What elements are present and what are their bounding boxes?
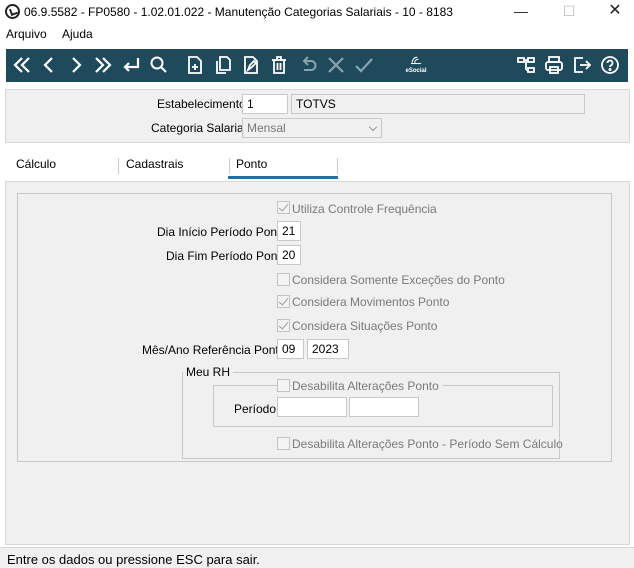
considera-situacoes-checkbox[interactable] <box>277 319 290 332</box>
tab-cadastrais[interactable]: Cadastrais <box>126 157 183 171</box>
meu-rh-legend: Meu RH <box>183 365 234 379</box>
previous-record-icon[interactable] <box>37 53 61 77</box>
cancel-icon[interactable] <box>324 53 348 77</box>
mes-field[interactable]: 09 <box>277 339 304 359</box>
categoria-salarial-value: Mensal <box>247 121 286 135</box>
periodo-label: Período: <box>234 402 280 416</box>
considera-movimentos-checkbox[interactable] <box>277 295 290 308</box>
considera-situacoes-label: Considera Situações Ponto <box>292 319 438 333</box>
menu-ajuda[interactable]: Ajuda <box>62 27 93 41</box>
title-bar: 06.9.5582 - FP0580 - 1.02.01.022 - Manut… <box>0 0 634 24</box>
ponto-settings-box: Utiliza Controle Frequência Dia Início P… <box>17 193 612 462</box>
chevron-down-icon <box>368 122 378 132</box>
undo-icon[interactable] <box>296 53 320 77</box>
help-icon[interactable] <box>598 53 622 77</box>
confirm-icon[interactable] <box>352 53 376 77</box>
status-text: Entre os dados ou pressione ESC para sai… <box>7 552 260 567</box>
search-icon[interactable] <box>147 53 171 77</box>
exit-icon[interactable] <box>570 53 594 77</box>
tab-calculo[interactable]: Cálculo <box>16 157 56 171</box>
delete-icon[interactable] <box>267 53 291 77</box>
minimize-button[interactable]: — <box>498 0 544 24</box>
categoria-salarial-select[interactable]: Mensal <box>242 118 382 138</box>
tab-separator <box>337 158 338 174</box>
categoria-salarial-label: Categoria Salarial: <box>151 121 250 135</box>
esocial-icon[interactable]: eSocial <box>402 53 430 77</box>
print-icon[interactable] <box>542 53 566 77</box>
desabilita-alteracoes-group: Desabilita Alterações Ponto Período: <box>213 379 553 427</box>
dia-fim-label: Dia Fim Período Ponto: <box>166 249 291 263</box>
utiliza-controle-label: Utiliza Controle Frequência <box>292 202 437 216</box>
tab-ponto[interactable]: Ponto <box>236 157 267 171</box>
utiliza-controle-checkbox[interactable] <box>277 201 290 214</box>
esocial-label: eSocial <box>405 68 427 74</box>
main-window: 06.9.5582 - FP0580 - 1.02.01.022 - Manut… <box>0 0 634 568</box>
dia-fim-field[interactable]: 20 <box>277 245 301 265</box>
desabilita-alteracoes-checkbox[interactable] <box>277 379 290 392</box>
edit-document-icon[interactable] <box>239 53 263 77</box>
close-button[interactable]: ✕ <box>592 0 634 24</box>
tab-separator <box>118 158 119 174</box>
maximize-button[interactable]: ☐ <box>546 0 592 24</box>
active-tab-indicator <box>228 176 338 179</box>
meu-rh-group: Meu RH Desabilita Alterações Ponto Perío… <box>182 365 563 459</box>
dia-inicio-field[interactable]: 21 <box>277 221 301 241</box>
menu-arquivo[interactable]: Arquivo <box>6 27 47 41</box>
structure-icon[interactable] <box>514 53 538 77</box>
next-record-icon[interactable] <box>64 53 88 77</box>
enter-icon[interactable] <box>119 53 143 77</box>
considera-movimentos-label: Considera Movimentos Ponto <box>292 295 450 309</box>
last-record-icon[interactable] <box>91 53 115 77</box>
estabelecimento-label: Estabelecimento: <box>157 97 250 111</box>
periodo-inicio-field[interactable] <box>277 397 347 417</box>
considera-excecoes-checkbox[interactable] <box>277 273 290 286</box>
desabilita-sem-calculo-label: Desabilita Alterações Ponto - Período Se… <box>292 437 563 451</box>
desabilita-sem-calculo-checkbox[interactable] <box>277 437 290 450</box>
status-bar: Entre os dados ou pressione ESC para sai… <box>0 547 634 568</box>
menu-bar: Arquivo Ajuda <box>0 24 634 44</box>
first-record-icon[interactable] <box>10 53 34 77</box>
tab-bar: Cálculo Cadastrais Ponto <box>5 149 630 181</box>
ano-field[interactable]: 2023 <box>307 339 349 359</box>
considera-excecoes-label: Considera Somente Exceções do Ponto <box>292 273 505 287</box>
mes-ano-label: Mês/Ano Referência Ponto: <box>142 343 289 357</box>
ponto-tab-panel: Utiliza Controle Frequência Dia Início P… <box>5 181 630 545</box>
tab-separator <box>229 158 230 174</box>
copy-document-icon[interactable] <box>211 53 235 77</box>
app-logo-icon <box>5 4 20 19</box>
toolbar: eSocial <box>6 49 628 82</box>
desabilita-alteracoes-label: Desabilita Alterações Ponto <box>292 379 442 393</box>
dia-inicio-label: Dia Início Período Ponto: <box>157 225 291 239</box>
estabelecimento-name-field: TOTVS <box>291 94 585 114</box>
estabelecimento-code-field[interactable]: 1 <box>242 94 288 114</box>
new-document-icon[interactable] <box>183 53 207 77</box>
window-title: 06.9.5582 - FP0580 - 1.02.01.022 - Manut… <box>24 5 453 19</box>
periodo-fim-field[interactable] <box>349 397 419 417</box>
header-form: Estabelecimento: 1 TOTVS Categoria Salar… <box>5 89 630 143</box>
